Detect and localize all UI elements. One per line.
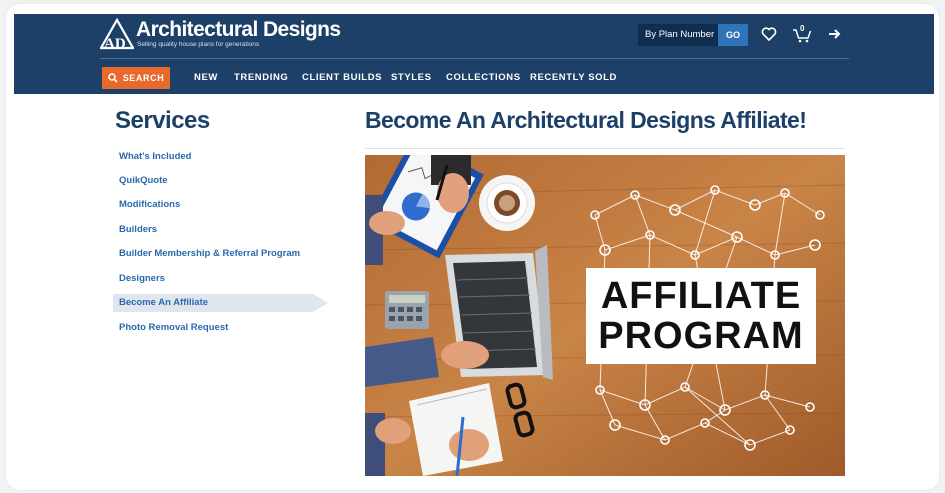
sidebar-item-quikquote[interactable]: QuikQuote [113, 172, 328, 190]
sidebar-item-whats-included[interactable]: What's Included [113, 148, 328, 166]
title-divider [365, 148, 845, 149]
cart-count: 0 [800, 24, 805, 33]
search-button[interactable]: SEARCH [102, 67, 170, 89]
hero-image: AFFILIATE PROGRAM [365, 155, 845, 476]
banner-line-1: AFFILIATE [600, 275, 802, 317]
nav-new[interactable]: NEW [194, 67, 218, 89]
site-header: AD Architectural Designs Selling quality… [14, 14, 934, 94]
nav-collections[interactable]: COLLECTIONS [446, 67, 521, 89]
sidebar-item-photo-removal[interactable]: Photo Removal Request [113, 319, 328, 337]
search-icon [107, 73, 118, 83]
sidebar-item-builders[interactable]: Builders [113, 221, 328, 239]
nav-styles[interactable]: STYLES [391, 67, 432, 89]
plan-number-search: By Plan Number GO [638, 24, 748, 46]
header-divider [100, 58, 849, 59]
login-icon[interactable] [827, 23, 843, 49]
page-title: Become An Architectural Designs Affiliat… [365, 107, 807, 133]
sidebar-title: Services [115, 107, 210, 134]
logo-mark-icon: AD [100, 17, 134, 51]
nav-client-builds[interactable]: CLIENT BUILDS [302, 67, 382, 89]
plan-number-input[interactable]: By Plan Number [638, 24, 718, 46]
nav-trending[interactable]: TRENDING [234, 67, 288, 89]
svg-text:AD: AD [104, 36, 126, 51]
sidebar-item-become-affiliate[interactable]: Become An Affiliate [113, 294, 328, 312]
sidebar-item-modifications[interactable]: Modifications [113, 196, 328, 214]
sidebar-item-designers[interactable]: Designers [113, 270, 328, 288]
sidebar-item-builder-membership[interactable]: Builder Membership & Referral Program [113, 245, 328, 263]
go-button[interactable]: GO [718, 24, 748, 46]
logo-tagline: Selling quality house plans for generati… [137, 41, 260, 48]
search-label: SEARCH [122, 73, 165, 83]
affiliate-program-banner: AFFILIATE PROGRAM [586, 268, 816, 364]
nav-recently-sold[interactable]: RECENTLY SOLD [530, 67, 617, 89]
banner-line-2: PROGRAM [598, 315, 804, 357]
cart-icon[interactable]: 0 [792, 23, 814, 50]
heart-icon[interactable] [761, 23, 777, 49]
logo-title: Architectural Designs [136, 18, 341, 41]
